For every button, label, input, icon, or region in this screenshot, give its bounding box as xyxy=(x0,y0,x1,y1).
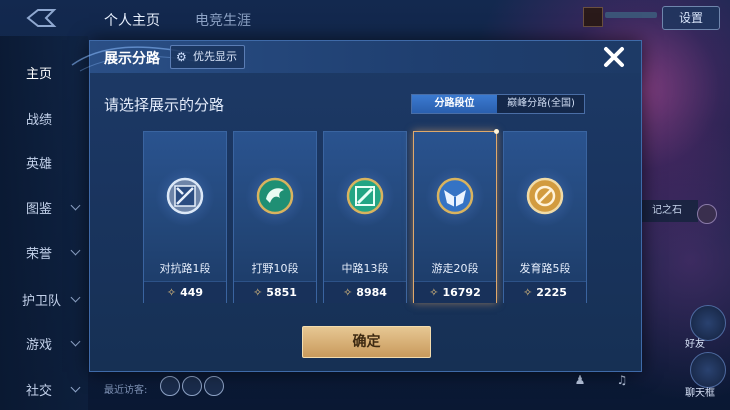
tab-esports-career[interactable]: 电竞生涯 xyxy=(195,10,251,30)
jungle-icon xyxy=(256,177,294,215)
score-bar: ✧ 5851 xyxy=(234,281,316,303)
score-text: 2225 xyxy=(536,286,567,299)
recent-visitors-label: 最近访客: xyxy=(104,385,148,396)
tab-lane-rank[interactable]: 分路段位 xyxy=(412,95,497,113)
score-value: ✧ 5851 xyxy=(234,282,316,303)
gear-icon: ⚙ xyxy=(176,50,187,64)
score-value: ✧ 449 xyxy=(144,282,226,303)
lane-name: 发育路5段 xyxy=(519,262,571,275)
avatar xyxy=(583,7,603,27)
sidebar-item-heroes[interactable]: 英雄 xyxy=(26,153,52,172)
friends-label: 好友 xyxy=(685,339,705,350)
settings-button[interactable]: 设置 xyxy=(662,6,720,30)
chevron-down-icon xyxy=(70,336,81,347)
sidebar-item-games[interactable]: 游戏 xyxy=(26,334,52,353)
power-icon: ✧ xyxy=(523,286,533,299)
score-value: ✧ 2225 xyxy=(504,282,586,303)
dialog-subtitle: 请选择展示的分路 xyxy=(104,96,225,114)
farm-lane-icon xyxy=(526,177,564,215)
score-value: ✧ 8984 xyxy=(324,282,406,303)
lane-card-farm[interactable]: 发育路5段 ✧ 2225 xyxy=(503,131,587,303)
chevron-down-icon xyxy=(70,382,81,393)
score-text: 16792 xyxy=(442,286,481,299)
chevron-down-icon xyxy=(70,200,81,211)
confirm-button[interactable]: 确定 xyxy=(302,326,431,358)
priority-display-button[interactable]: ⚙ 优先显示 xyxy=(170,45,245,69)
score-bar: ✧ 2225 xyxy=(504,281,586,303)
sidebar-item-collection[interactable]: 图鉴 xyxy=(26,198,52,217)
lane-card-mid[interactable]: 中路13段 ✧ 8984 xyxy=(323,131,407,303)
power-icon: ✧ xyxy=(429,286,439,299)
priority-label: 优先显示 xyxy=(193,50,237,63)
lane-name: 中路13段 xyxy=(341,262,389,275)
sidebar-item-record[interactable]: 战绩 xyxy=(26,109,52,128)
level-bar xyxy=(605,12,657,18)
person-icon[interactable]: ♟ xyxy=(572,372,588,388)
mid-lane-icon xyxy=(346,177,384,215)
score-bar: ✧ 16792 xyxy=(414,281,496,303)
power-icon: ✧ xyxy=(166,286,177,299)
lane-name: 对抗路1段 xyxy=(159,262,211,275)
power-icon: ✧ xyxy=(343,286,353,299)
close-icon[interactable] xyxy=(600,43,628,71)
sidebar-item-home[interactable]: 主页 xyxy=(26,63,52,82)
score-text: 449 xyxy=(180,286,204,299)
score-value: ✧ 16792 xyxy=(414,282,496,303)
score-bar: ✧ 8984 xyxy=(324,281,406,303)
chevron-down-icon xyxy=(70,292,81,303)
score-text: 8984 xyxy=(356,286,387,299)
chevron-down-icon xyxy=(70,245,81,256)
music-icon[interactable]: ♫ xyxy=(614,372,630,388)
lane-name: 打野10段 xyxy=(251,262,299,275)
sidebar: 主页 战绩 英雄 图鉴 荣誉 护卫队 游戏 社交 xyxy=(0,36,88,410)
visitor-avatar[interactable] xyxy=(160,376,180,396)
tab-peak-lane[interactable]: 巅峰分路(全国) xyxy=(498,95,584,113)
right-info-strip: 记之石 xyxy=(636,200,698,222)
chat-button[interactable] xyxy=(690,352,726,388)
visitor-avatar[interactable] xyxy=(182,376,202,396)
score-text: 5851 xyxy=(266,286,297,299)
lane-card-jungle[interactable]: 打野10段 ✧ 5851 xyxy=(233,131,317,303)
lane-mode-toggle: 分路段位 巅峰分路(全国) xyxy=(411,94,585,114)
right-badge-icon xyxy=(697,204,717,224)
score-bar: ✧ 449 xyxy=(144,281,226,303)
top-bar: 个人主页 电竞生涯 设置 xyxy=(0,0,730,36)
dialog-title: 展示分路 xyxy=(104,51,160,67)
lane-name: 游走20段 xyxy=(431,262,479,275)
tab-personal-home[interactable]: 个人主页 xyxy=(104,10,160,30)
sidebar-item-guard[interactable]: 护卫队 xyxy=(22,290,61,309)
lane-display-dialog: 展示分路 ⚙ 优先显示 请选择展示的分路 分路段位 巅峰分路(全国) 对抗路1段… xyxy=(71,40,642,372)
power-icon: ✧ xyxy=(253,286,263,299)
chat-label: 聊天框 xyxy=(685,388,715,399)
selection-dot xyxy=(494,129,499,134)
sidebar-item-honor[interactable]: 荣誉 xyxy=(26,243,52,262)
back-logo-icon[interactable] xyxy=(24,8,58,28)
lane-card-roam[interactable]: 游走20段 ✧ 16792 xyxy=(413,129,499,303)
roam-icon xyxy=(436,177,474,215)
sidebar-item-social[interactable]: 社交 xyxy=(26,380,52,399)
clash-lane-icon xyxy=(166,177,204,215)
lane-card-clash[interactable]: 对抗路1段 ✧ 449 xyxy=(143,131,227,303)
visitor-avatar[interactable] xyxy=(204,376,224,396)
